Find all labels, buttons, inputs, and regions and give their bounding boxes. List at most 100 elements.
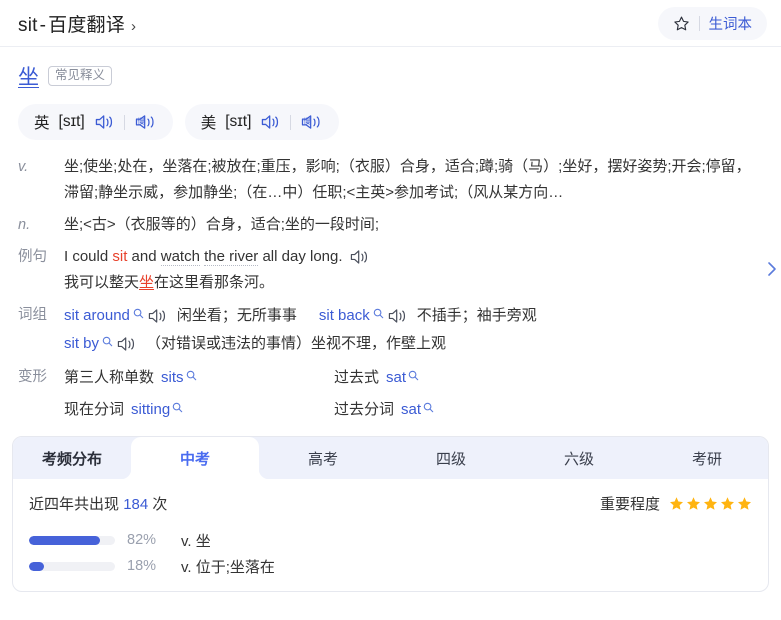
phrases-label: 词组 xyxy=(18,307,47,323)
tab-kaoyan[interactable]: 考研 xyxy=(643,437,768,479)
forms-content: 第三人称单数 sits 过去式 sat 现在分词 sitting 过去分词 sa… xyxy=(64,364,765,424)
chart-bar-fill xyxy=(29,535,100,545)
wordbook-button[interactable]: 生词本 xyxy=(657,6,767,40)
tab-cet6[interactable]: 六级 xyxy=(515,437,643,479)
speaker-icon[interactable] xyxy=(349,248,370,266)
slow-speaker-icon[interactable]: 慢 xyxy=(134,112,157,132)
speaker-icon[interactable] xyxy=(147,307,168,325)
phrase-meaning: 不插手；袖手旁观 xyxy=(416,307,537,324)
example-part-dotted-1[interactable]: watch xyxy=(160,248,200,266)
chart-bar-value: 82% xyxy=(127,532,157,548)
speaker-icon[interactable] xyxy=(94,113,115,131)
star-outline-icon xyxy=(673,15,690,32)
speaker-icon[interactable] xyxy=(387,307,408,325)
search-icon[interactable] xyxy=(133,308,144,324)
phrase-term[interactable]: sit by xyxy=(64,330,99,358)
phrase-line-2: sit by （对错误或违法的事情）坐视不理，作壁上观 xyxy=(64,330,765,358)
tab-gaokao[interactable]: 高考 xyxy=(259,437,387,479)
phonetics-row: 英 [sɪt] 慢 美 [sɪt] 慢 xyxy=(0,95,781,144)
phrases-content: sit around 闲坐看；无所事事 sit back 不插手；袖手旁观 si… xyxy=(64,302,765,358)
forms-grid: 第三人称单数 sits 过去式 sat 现在分词 sitting 过去分词 sa… xyxy=(64,364,765,424)
speaker-icon[interactable] xyxy=(260,113,281,131)
page-title-source: 百度翻译 xyxy=(48,14,125,36)
tab-label: 中考 xyxy=(179,450,210,468)
pronunciation-uk-region: 英 xyxy=(34,115,50,132)
phrase-term[interactable]: sit around xyxy=(64,302,130,330)
search-icon[interactable] xyxy=(102,336,113,352)
form-past-participle: 过去分词 sat xyxy=(334,396,765,424)
form-value[interactable]: sat xyxy=(401,396,434,424)
phrase-item[interactable]: sit around xyxy=(64,302,168,330)
example-label: 例句 xyxy=(18,249,47,265)
definition-text-verb: 坐;使坐;处在，坐落在;被放在;重压，影响;（衣服）合身，适合;蹲;骑（马）;坐… xyxy=(64,158,751,201)
example-row: 例句 I could sit and watch the river all d… xyxy=(0,244,781,296)
definition-pos-verb: v. xyxy=(18,159,29,175)
tab-label: 考研 xyxy=(691,450,722,468)
definitions-block: v. 坐;使坐;处在，坐落在;被放在;重压，影响;（衣服）合身，适合;蹲;骑（马… xyxy=(0,144,781,424)
importance-label: 重要程度 xyxy=(599,496,660,513)
example-part-dotted-2[interactable]: the river xyxy=(204,248,259,266)
form-value[interactable]: sitting xyxy=(131,396,183,424)
wordbook-label: 生词本 xyxy=(708,16,753,33)
phrase-item[interactable]: sit by xyxy=(64,330,137,358)
pronunciation-uk-ipa: [sɪt] xyxy=(58,113,85,130)
svg-text:慢: 慢 xyxy=(137,116,144,125)
star-rating xyxy=(669,496,752,511)
chart-bar-row: 82% v. 坐 xyxy=(29,527,752,553)
search-icon[interactable] xyxy=(186,370,197,386)
pronunciation-uk[interactable]: 英 [sɪt] 慢 xyxy=(18,104,173,140)
star-filled-icon xyxy=(703,496,718,511)
example-content: I could sit and watch the river all day … xyxy=(64,244,765,296)
form-value[interactable]: sits xyxy=(161,364,197,392)
forms-row: 变形 第三人称单数 sits 过去式 sat 现在分词 sitting 过去分词… xyxy=(0,364,781,424)
phrase-item[interactable]: sit back xyxy=(319,302,408,330)
occurrence-number: 184 xyxy=(123,496,149,513)
tab-label: 四级 xyxy=(435,450,466,468)
slow-speaker-icon[interactable]: 慢 xyxy=(300,112,323,132)
example-sentence-en-text: I could sit and watch the river all day … xyxy=(64,244,343,270)
form-third-person-singular: 第三人称单数 sits xyxy=(64,364,334,392)
definition-pos-noun: n. xyxy=(18,217,31,233)
tab-label: 高考 xyxy=(307,450,338,468)
exam-frequency-title: 考频分布 xyxy=(41,450,102,468)
headword-translation[interactable]: 坐 xyxy=(18,61,39,91)
search-icon[interactable] xyxy=(172,402,183,418)
example-keyword-en: sit xyxy=(112,248,128,265)
example-zh-after: 在这里看那条河。 xyxy=(154,274,275,291)
search-icon[interactable] xyxy=(408,370,419,386)
tab-zhongkao[interactable]: 中考 xyxy=(131,437,259,479)
page-header: sit - 百度翻译 › 生词本 xyxy=(0,0,781,47)
exam-frequency-summary: 近四年共出现 184 次 重要程度 xyxy=(29,493,752,514)
search-icon[interactable] xyxy=(423,402,434,418)
pronunciation-us[interactable]: 美 [sɪt] 慢 xyxy=(184,104,340,140)
forms-label: 变形 xyxy=(18,369,47,385)
page-title[interactable]: sit - 百度翻译 › xyxy=(18,10,136,37)
phrase-line-1: sit around 闲坐看；无所事事 sit back 不插手；袖手旁观 xyxy=(64,302,765,330)
page-title-chevron-right-icon: › xyxy=(130,17,137,35)
chart-bar-fill xyxy=(29,561,45,571)
form-name: 过去式 xyxy=(334,369,380,386)
tab-cet4[interactable]: 四级 xyxy=(387,437,515,479)
search-icon[interactable] xyxy=(373,308,384,324)
speaker-icon[interactable] xyxy=(116,335,137,353)
common-meaning-tag: 常见释义 xyxy=(48,65,113,87)
page-title-separator: - xyxy=(39,14,47,36)
phrase-meaning: （对错误或违法的事情）坐视不理，作壁上观 xyxy=(146,335,447,352)
svg-text:慢: 慢 xyxy=(304,116,311,125)
pronunciation-us-divider xyxy=(290,114,292,130)
chevron-right-icon[interactable] xyxy=(765,258,779,280)
wordbook-divider xyxy=(698,15,700,31)
example-part-plain-3: all day long. xyxy=(258,248,343,265)
pronunciation-us-region: 美 xyxy=(200,115,217,132)
definition-row-noun: n. 坐;<古>（衣服等的）合身，适合;坐的一段时间; xyxy=(0,212,781,238)
form-present-participle: 现在分词 sitting xyxy=(64,396,334,424)
chart-bar-label: v. 位于;坐落在 xyxy=(181,558,275,576)
example-sentence-zh: 我可以整天坐在这里看那条河。 xyxy=(64,270,765,296)
example-zh-before: 我可以整天 xyxy=(64,274,140,291)
form-value[interactable]: sat xyxy=(386,364,419,392)
form-value-text: sitting xyxy=(131,401,171,418)
exam-frequency-card: 考频分布 中考 高考 四级 六级 考研 近四年共出现 184 次 重要程度 82… xyxy=(12,436,769,592)
phrase-term[interactable]: sit back xyxy=(319,302,370,330)
star-filled-icon xyxy=(720,496,735,511)
example-keyword-zh: 坐 xyxy=(139,274,155,291)
